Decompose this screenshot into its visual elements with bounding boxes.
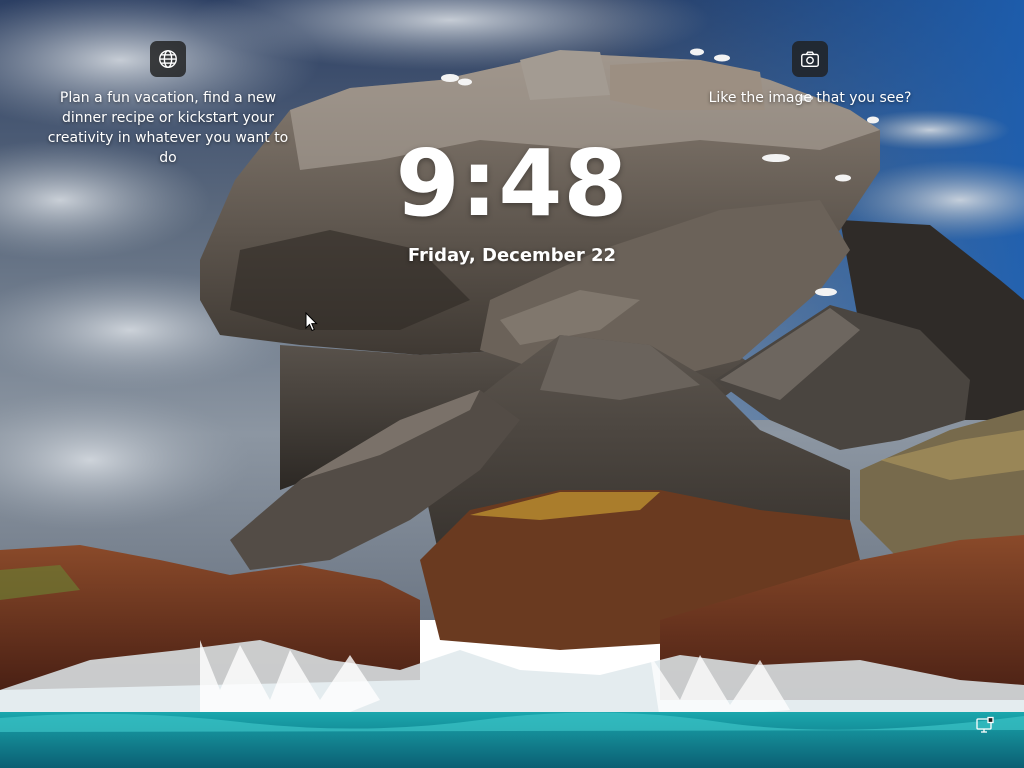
spotlight-tip-left[interactable]: Plan a fun vacation, find a new dinner r…: [40, 88, 296, 168]
lock-screen[interactable]: Plan a fun vacation, find a new dinner r…: [0, 0, 1024, 768]
network-icon[interactable]: [975, 716, 995, 736]
like-image-camera-button[interactable]: [792, 41, 828, 77]
lock-screen-time: 9:48: [395, 130, 629, 237]
spotlight-tip-right[interactable]: Like the image that you see?: [700, 88, 920, 108]
learn-more-globe-button[interactable]: [150, 41, 186, 77]
globe-icon: [159, 50, 177, 68]
camera-icon: [801, 51, 819, 68]
lock-screen-date: Friday, December 22: [407, 245, 617, 266]
mouse-pointer-icon: [305, 312, 318, 332]
